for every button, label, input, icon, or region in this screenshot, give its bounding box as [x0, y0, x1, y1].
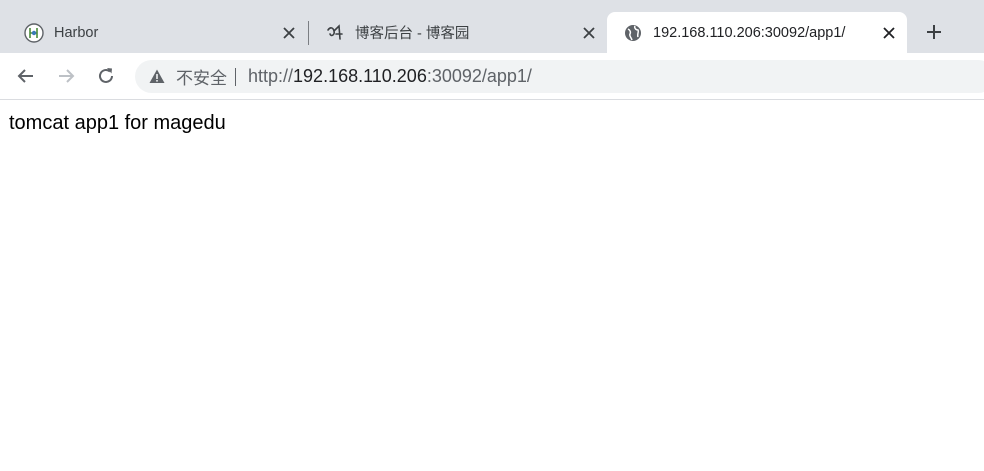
close-icon[interactable]: [579, 23, 599, 43]
page-content: tomcat app1 for magedu: [0, 100, 984, 471]
page-body-text: tomcat app1 for magedu: [9, 112, 226, 134]
tab-title: 192.168.110.206:30092/app1/: [653, 24, 846, 41]
url-scheme: http://: [248, 66, 294, 86]
tab-strip: Harbor 博客后台 - 博客园 192.168.110.206:30092/…: [0, 0, 984, 53]
forward-button[interactable]: [54, 64, 78, 88]
tab-active-app1[interactable]: 192.168.110.206:30092/app1/: [607, 12, 907, 53]
reload-button[interactable]: [94, 64, 118, 88]
arrow-right-icon: [59, 69, 75, 83]
browser-toolbar: 不安全 http://192.168.110.206:30092/app1/: [0, 53, 984, 100]
arrow-left-icon: [17, 69, 33, 83]
url-host: 192.168.110.206: [293, 66, 427, 86]
globe-icon: [623, 23, 643, 43]
url-text[interactable]: http://192.168.110.206:30092/app1/: [248, 66, 532, 87]
close-icon[interactable]: [279, 23, 299, 43]
back-button[interactable]: [14, 64, 38, 88]
cnblogs-logo-icon: [325, 23, 345, 43]
harbor-logo-icon: [24, 22, 44, 43]
tab-cnblogs[interactable]: 博客后台 - 博客园: [309, 12, 607, 53]
url-path: :30092/app1/: [426, 66, 532, 86]
security-indicator[interactable]: 不安全: [149, 64, 227, 89]
new-tab-button[interactable]: [922, 20, 946, 44]
tab-title: Harbor: [54, 24, 99, 41]
address-bar[interactable]: 不安全 http://192.168.110.206:30092/app1/: [135, 60, 984, 93]
browser-window: Harbor 博客后台 - 博客园 192.168.110.206:30092/…: [0, 0, 984, 471]
reload-icon: [99, 68, 113, 83]
security-label: 不安全: [176, 69, 227, 89]
plus-icon: [927, 25, 941, 39]
divider: [235, 67, 236, 86]
tab-title: 博客后台 - 博客园: [355, 26, 470, 42]
close-icon[interactable]: [879, 23, 899, 43]
tab-harbor[interactable]: Harbor: [0, 12, 307, 53]
warning-icon: [149, 69, 165, 85]
